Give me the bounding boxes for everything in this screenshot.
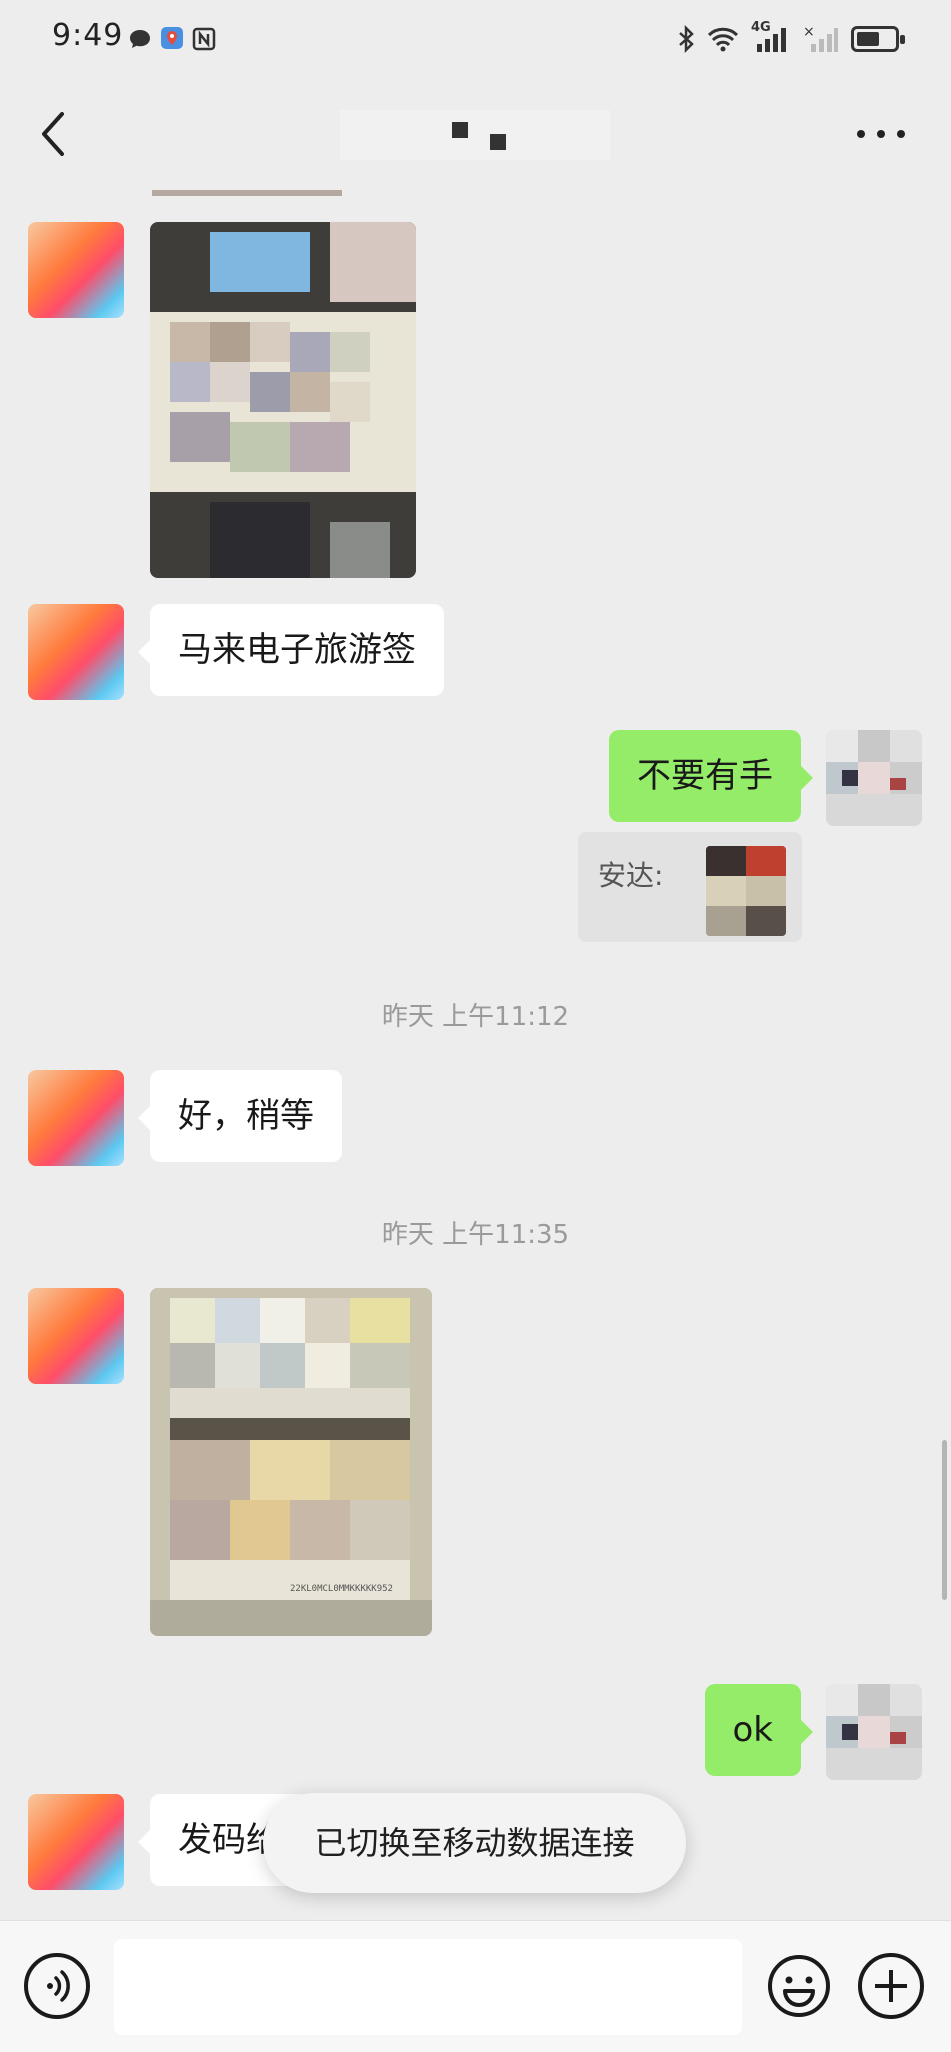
mrz-text: 22KL0MCL0MMKKKKK952 bbox=[290, 1584, 393, 1594]
no-signal-icon: × bbox=[803, 24, 838, 52]
bluetooth-icon bbox=[679, 25, 694, 53]
more-dot bbox=[897, 130, 905, 138]
voice-button[interactable] bbox=[24, 1953, 90, 2019]
message-bubble[interactable]: 好，稍等 bbox=[138, 1070, 342, 1162]
chat-screen: 9:49 4G × 马来电子旅游签 不要有手 安达: 昨天 上午11:12 好，… bbox=[0, 0, 951, 2052]
emoji-button[interactable] bbox=[766, 1953, 832, 2019]
self-avatar[interactable] bbox=[826, 730, 922, 826]
back-button[interactable] bbox=[28, 106, 84, 162]
peer-avatar[interactable] bbox=[28, 1288, 124, 1384]
network-type: 4G bbox=[751, 20, 771, 35]
map-pin-icon bbox=[161, 27, 183, 49]
message-list[interactable]: 马来电子旅游签 不要有手 安达: 昨天 上午11:12 好，稍等 昨天 上午11… bbox=[0, 190, 951, 1920]
quote-sender: 安达: bbox=[598, 859, 664, 892]
plus-button[interactable] bbox=[858, 1953, 924, 2019]
peer-avatar[interactable] bbox=[28, 604, 124, 700]
status-bar: 9:49 4G × bbox=[0, 0, 951, 80]
chat-title-obscured bbox=[340, 110, 610, 160]
status-time: 9:49 bbox=[52, 18, 124, 53]
peer-avatar[interactable] bbox=[28, 1794, 124, 1890]
message-bubble[interactable]: 马来电子旅游签 bbox=[138, 604, 444, 696]
wifi-icon bbox=[707, 27, 739, 52]
message-input[interactable] bbox=[114, 1939, 742, 2035]
toast-notification: 已切换至移动数据连接 bbox=[263, 1793, 686, 1893]
more-button[interactable] bbox=[851, 106, 911, 162]
image-message[interactable] bbox=[150, 222, 416, 578]
cellular-signal-icon: 4G bbox=[751, 20, 791, 54]
message-bubble[interactable]: 不要有手 bbox=[609, 730, 813, 822]
nfc-icon bbox=[192, 27, 216, 51]
more-dot bbox=[877, 130, 885, 138]
peer-avatar[interactable] bbox=[28, 1070, 124, 1166]
timestamp: 昨天 上午11:35 bbox=[381, 1220, 570, 1250]
status-icons-right: 4G × bbox=[677, 20, 905, 54]
nav-bar bbox=[0, 80, 951, 190]
voice-icon bbox=[47, 1970, 70, 2002]
svg-text:×: × bbox=[803, 24, 815, 40]
image-message[interactable]: 22KL0MCL0MMKKKKK952 bbox=[150, 1288, 432, 1636]
peer-avatar[interactable] bbox=[28, 222, 124, 318]
chevron-left-icon bbox=[42, 112, 64, 156]
status-icons-left bbox=[128, 26, 216, 52]
scroll-indicator[interactable] bbox=[942, 1440, 947, 1600]
quote-thumbnail bbox=[706, 846, 786, 936]
timestamp: 昨天 上午11:12 bbox=[381, 1002, 570, 1032]
message-bubble[interactable]: ok bbox=[704, 1684, 813, 1776]
quoted-message[interactable]: 安达: bbox=[578, 832, 802, 942]
battery-icon bbox=[851, 26, 905, 52]
emoji-icon bbox=[768, 1955, 830, 2017]
more-dot bbox=[857, 130, 865, 138]
input-bar bbox=[0, 1920, 951, 2052]
previous-image-edge bbox=[152, 190, 342, 196]
self-avatar[interactable] bbox=[826, 1684, 922, 1780]
chat-bubble-icon bbox=[130, 30, 150, 48]
